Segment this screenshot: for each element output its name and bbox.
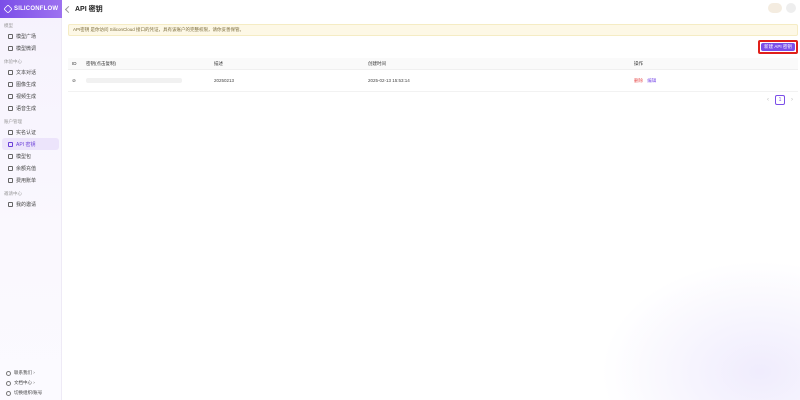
create-api-key-button-highlight: 新建 API 密钥 [758, 40, 798, 54]
id-card-icon [8, 129, 13, 135]
edit-key-link[interactable]: 编辑 [647, 78, 656, 83]
page-number-current[interactable]: 1 [775, 95, 785, 105]
sidebar-item-label: 图像生成 [16, 81, 37, 88]
next-page-icon[interactable]: › [788, 97, 796, 103]
column-header-created: 创建时间 [368, 60, 386, 66]
row-actions: 删除 编辑 [634, 78, 798, 84]
package-icon [8, 153, 13, 159]
page-header: API 密钥 [62, 0, 800, 18]
sidebar-item-label: 模型广场 [16, 33, 37, 40]
microphone-icon [8, 105, 13, 111]
row-key[interactable] [86, 78, 214, 84]
sidebar-item-video-gen[interactable]: 视频生成 [2, 90, 59, 102]
sidebar-item-voice-gen[interactable]: 语音生成 [2, 102, 59, 114]
column-header-id: ID [72, 61, 77, 66]
sidebar-item-api-keys[interactable]: API 密钥 [2, 138, 59, 150]
headset-icon [6, 370, 11, 376]
table-row: ⊘ 20250213 2025-02-13 15:53:14 删除 编辑 [68, 70, 798, 92]
sidebar-item-billing[interactable]: 费用账单 [2, 174, 59, 186]
bill-icon [8, 177, 13, 183]
row-id: ⊘ [72, 77, 76, 83]
footer-label: 文档中心 › [14, 380, 35, 385]
sidebar-item-label: 费用账单 [16, 177, 37, 184]
row-created: 2025-02-13 15:53:14 [368, 78, 410, 83]
sidebar-item-model-package[interactable]: 模型包 [2, 150, 59, 162]
sidebar-item-label: 模型包 [16, 153, 32, 160]
background-glow [600, 260, 800, 400]
sidebar-footer: 联系我们 › 文档中心 › 切换组织/账号 [0, 368, 62, 398]
sidebar-item-model-finetune[interactable]: 模型微调 [2, 42, 59, 54]
video-icon [8, 93, 13, 99]
sidebar-item-label: 余额充值 [16, 165, 37, 172]
sidebar-group-model: 模型 模型广场 模型微调 [0, 21, 61, 54]
user-switch-icon [6, 390, 11, 396]
sidebar-item-model-square[interactable]: 模型广场 [2, 30, 59, 42]
api-key-notice: API密钥 是你访问 SiliconCloud 接口的凭证，具有该账户的完整权限… [68, 24, 798, 36]
api-key-masked[interactable] [86, 78, 182, 84]
image-icon [8, 81, 13, 87]
tune-icon [8, 45, 13, 51]
sidebar-group-title: 模型 [4, 23, 13, 28]
brand-name: SILICONFLOW [14, 6, 59, 12]
page-title: API 密钥 [75, 6, 103, 13]
key-icon [8, 141, 13, 147]
collapse-sidebar-icon[interactable] [64, 5, 73, 13]
switch-account-link[interactable]: 切换组织/账号 [0, 388, 62, 398]
sidebar-group-invite: 邀请中心 我的邀请 [0, 189, 61, 210]
footer-label: 联系我们 › [14, 370, 35, 375]
sidebar-item-text-chat[interactable]: 文本对话 [2, 66, 59, 78]
prev-page-icon[interactable]: ‹ [764, 97, 772, 103]
sidebar-group-title: 账户管理 [4, 119, 22, 124]
sidebar-item-label: 文本对话 [16, 69, 37, 76]
contact-us-link[interactable]: 联系我们 › [0, 368, 62, 378]
footer-label: 切换组织/账号 [14, 390, 43, 395]
sidebar-item-label: 模型微调 [16, 45, 37, 52]
brand-logo-icon [3, 4, 13, 14]
avatar[interactable] [786, 3, 796, 13]
sidebar-group-title: 邀请中心 [4, 191, 22, 196]
sidebar-item-image-gen[interactable]: 图像生成 [2, 78, 59, 90]
sidebar-group-experience: 体验中心 文本对话 图像生成 视频生成 语音生成 [0, 57, 61, 114]
sidebar-group-account: 账户管理 实名认证 API 密钥 模型包 余额充值 费用账单 [0, 117, 61, 186]
balance-badge[interactable] [768, 3, 782, 13]
brand-logo[interactable]: SILICONFLOW [0, 0, 62, 18]
header-actions [768, 3, 796, 13]
sidebar-item-label: 语音生成 [16, 105, 37, 112]
docs-center-link[interactable]: 文档中心 › [0, 378, 62, 388]
column-header-key: 密钥(点击复制) [86, 60, 116, 66]
document-icon [6, 380, 11, 386]
sidebar: SILICONFLOW 模型 模型广场 模型微调 体验中心 文本对话 图像生成 … [0, 0, 62, 400]
sidebar-item-label: 我的邀请 [16, 201, 37, 208]
cube-icon [8, 33, 13, 39]
share-icon [8, 201, 13, 207]
sidebar-item-label: 实名认证 [16, 129, 37, 136]
sidebar-item-label: API 密钥 [16, 141, 36, 148]
row-description: 20250213 [214, 78, 235, 83]
sidebar-item-label: 视频生成 [16, 93, 37, 100]
delete-key-link[interactable]: 删除 [634, 78, 643, 83]
create-api-key-button[interactable]: 新建 API 密钥 [761, 43, 795, 51]
api-key-table: ID 密钥(点击复制) 描述 创建时间 操作 ⊘ 20250213 2025-0… [68, 58, 798, 92]
sidebar-group-title: 体验中心 [4, 59, 22, 64]
chat-icon [8, 69, 13, 75]
wallet-icon [8, 165, 13, 171]
table-header: ID 密钥(点击复制) 描述 创建时间 操作 [68, 58, 798, 70]
pagination: ‹ 1 › [764, 95, 796, 105]
column-header-description: 描述 [214, 60, 223, 66]
sidebar-item-recharge[interactable]: 余额充值 [2, 162, 59, 174]
sidebar-item-verification[interactable]: 实名认证 [2, 126, 59, 138]
sidebar-item-my-invites[interactable]: 我的邀请 [2, 198, 59, 210]
column-header-actions: 操作 [634, 60, 643, 66]
